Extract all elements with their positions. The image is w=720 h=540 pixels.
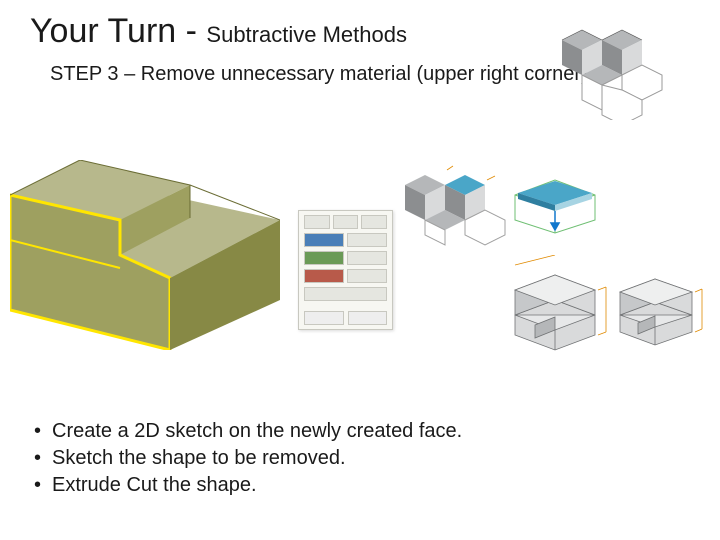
extrude-preview-illustration [510, 175, 600, 235]
title-main: Your Turn - [30, 12, 206, 50]
result-part-2-illustration [610, 260, 705, 350]
hex-cluster-illustration [542, 10, 672, 120]
instruction-list: Create a 2D sketch on the newly created … [30, 420, 462, 501]
sketch-face-illustration [395, 150, 510, 250]
extrude-dialog [298, 210, 393, 330]
bullet-item: Extrude Cut the shape. [30, 474, 462, 497]
large-block-illustration [10, 160, 280, 350]
bullet-item: Create a 2D sketch on the newly created … [30, 420, 462, 443]
title-sub: Subtractive Methods [206, 22, 407, 47]
slide-title: Your Turn - Subtractive Methods [30, 12, 407, 51]
bullet-item: Sketch the shape to be removed. [30, 447, 462, 470]
step-description: STEP 3 – Remove unnecessary material (up… [50, 62, 588, 87]
result-part-1-illustration [500, 255, 610, 355]
